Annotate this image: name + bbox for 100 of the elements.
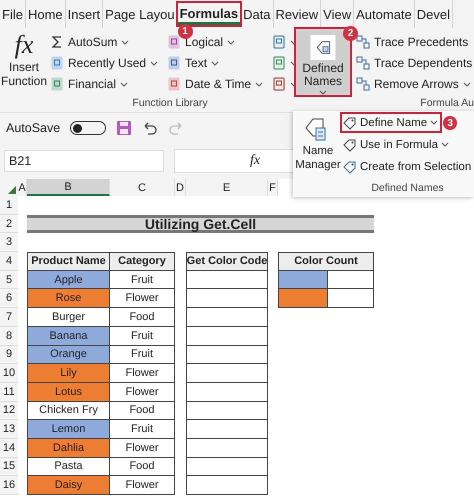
row-header[interactable]: 3 xyxy=(0,233,18,252)
ribbon-tab[interactable]: File xyxy=(0,4,25,24)
ribbon-tab[interactable]: Devel xyxy=(414,4,452,24)
table-cell: Daisy xyxy=(27,476,110,495)
book-icon xyxy=(167,35,182,49)
ribbon-menu-button[interactable]: Financial xyxy=(50,76,158,92)
table-cell: Flower xyxy=(110,382,175,402)
row-header[interactable]: 16 xyxy=(0,476,18,495)
table-cell: Lily xyxy=(27,364,110,383)
table-cell: Flower xyxy=(110,476,175,495)
table-cell: Fruit xyxy=(110,346,175,364)
row-header[interactable]: 4 xyxy=(0,252,18,271)
ribbon-tab[interactable]: Review xyxy=(274,4,320,24)
table-cell: Fruit xyxy=(110,420,175,439)
menu-item[interactable]: Use in Formula xyxy=(342,136,451,153)
table-cell: Fruit xyxy=(110,326,175,346)
ribbon-tab[interactable]: Data xyxy=(241,4,273,24)
ribbon-menu-button[interactable]: Text xyxy=(167,55,264,71)
tag-icon xyxy=(343,138,357,152)
book-icon xyxy=(272,77,286,91)
row-header[interactable]: 14 xyxy=(0,438,18,458)
table-cell: Pasta xyxy=(27,458,110,476)
menu-item[interactable]: Define Name xyxy=(342,114,440,131)
column-header[interactable]: F xyxy=(268,179,278,196)
name-manager-button[interactable]: Name Manager xyxy=(295,114,341,197)
book-icon xyxy=(167,56,182,70)
row-header[interactable]: 8 xyxy=(0,326,18,346)
row-header[interactable]: 6 xyxy=(0,289,18,308)
table-header: Product Name xyxy=(27,252,110,271)
table-header: Color Count xyxy=(278,252,374,271)
column-header[interactable]: C xyxy=(110,179,175,196)
ribbon-tab[interactable]: Formulas xyxy=(178,3,240,25)
row-header[interactable]: 10 xyxy=(0,364,18,383)
row-header[interactable]: 9 xyxy=(0,346,18,364)
table-cell: Food xyxy=(110,308,175,327)
step-badge: 3 xyxy=(443,116,458,130)
ribbon-menu-button[interactable]: Trace Dependents xyxy=(356,55,474,71)
book-icon xyxy=(272,35,286,49)
trace-icon xyxy=(356,77,370,91)
column-header[interactable]: B xyxy=(27,179,110,196)
autosave-label: AutoSave xyxy=(6,121,60,135)
table-cell: Orange xyxy=(27,346,110,364)
row-header[interactable]: 15 xyxy=(0,458,18,476)
ribbon-menu-button[interactable]: Recently Used xyxy=(50,55,158,71)
ribbon-menu-button[interactable]: AutoSum xyxy=(50,34,158,50)
row-header[interactable]: 13 xyxy=(0,420,18,439)
table-header: Category xyxy=(110,252,175,271)
group-label: Defined Names xyxy=(370,182,445,194)
select-all-icon[interactable] xyxy=(8,186,16,194)
row-header[interactable]: 2 xyxy=(0,214,18,234)
table-cell: Apple xyxy=(27,270,110,290)
table-cell: Fruit xyxy=(110,270,175,290)
trace-icon xyxy=(356,56,370,70)
caret-icon xyxy=(440,142,449,147)
book-icon xyxy=(272,56,286,70)
ribbon-tab[interactable]: View xyxy=(321,4,354,24)
table-cell: Burger xyxy=(27,308,110,327)
save-icon[interactable] xyxy=(116,120,132,136)
caret-icon xyxy=(121,40,130,44)
sheet-title: Utilizing Get.Cell xyxy=(27,214,374,234)
caret-icon xyxy=(150,60,158,66)
ribbon-menu-button[interactable]: Remove Arrows xyxy=(356,76,474,92)
trace-icon xyxy=(356,35,370,49)
menu-item[interactable]: Create from Selection xyxy=(342,158,474,175)
insert-function-button[interactable]: fx Insert Function xyxy=(0,28,48,88)
row-header[interactable]: 11 xyxy=(0,382,18,402)
caret-icon xyxy=(430,120,438,125)
ribbon-menu-button[interactable]: Date & Time xyxy=(167,76,264,92)
book-icon xyxy=(50,56,64,70)
book-icon xyxy=(50,77,64,91)
name-box[interactable]: B21 xyxy=(4,150,164,172)
tag-icon xyxy=(343,160,357,174)
caret-icon xyxy=(319,90,327,95)
column-header[interactable]: E xyxy=(186,179,268,196)
row-header[interactable]: 1 xyxy=(0,196,18,215)
ribbon-tab[interactable]: Automate xyxy=(354,4,414,24)
table-cell: Food xyxy=(110,458,175,476)
tag-icon xyxy=(343,116,357,130)
group-label: Function Library xyxy=(131,97,209,109)
autosave-toggle[interactable] xyxy=(70,121,106,135)
row-header[interactable]: 12 xyxy=(0,402,18,420)
caret-icon xyxy=(462,82,471,86)
table-cell: Rose xyxy=(27,289,110,308)
table-cell: Banana xyxy=(27,326,110,346)
table-cell: Lemon xyxy=(27,420,110,439)
row-header[interactable]: 5 xyxy=(0,270,18,290)
group-label: Formula Au xyxy=(420,97,474,109)
ribbon-menu-button[interactable]: Trace Precedents xyxy=(356,34,474,50)
column-header[interactable]: A xyxy=(18,179,27,196)
ribbon-tab[interactable]: Home xyxy=(26,4,65,24)
undo-icon[interactable] xyxy=(142,120,158,136)
row-header[interactable]: 7 xyxy=(0,308,18,327)
column-header[interactable]: D xyxy=(175,179,186,196)
caret-icon xyxy=(227,40,236,44)
table-cell: Chicken Fry xyxy=(27,402,110,420)
caret-icon xyxy=(120,82,128,86)
ribbon-tab[interactable]: Page Layou xyxy=(103,4,177,24)
ribbon-tab[interactable]: Insert xyxy=(66,4,102,24)
table-cell: Food xyxy=(110,402,175,420)
table-cell: Lotus xyxy=(27,382,110,402)
